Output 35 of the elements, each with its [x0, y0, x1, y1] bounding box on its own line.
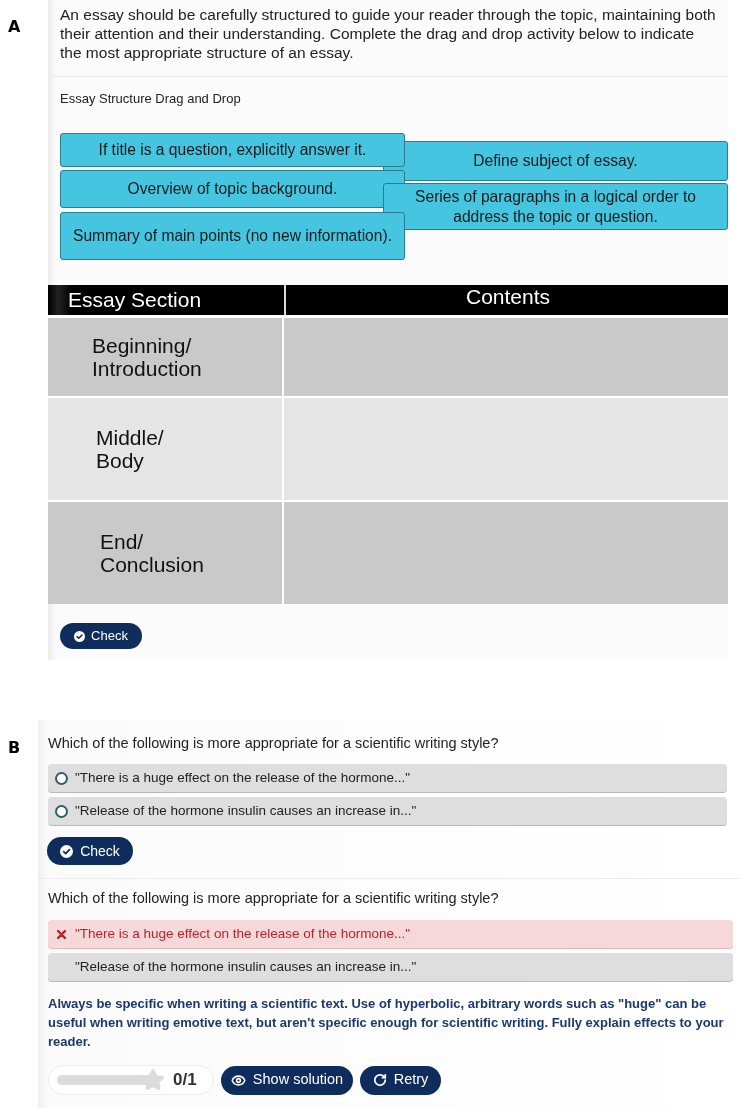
drop-zone[interactable] — [284, 318, 728, 396]
intro-text: An essay should be carefully structured to guide your reader through the topic, maintaining both their attention and their understanding. Complete the drag and drop activity below to indicate the most appropriate structure of an essay. — [60, 5, 717, 62]
question-text: Which of the following is more appropriate for a scientific writing style? — [48, 734, 500, 752]
check-circle-icon — [60, 844, 74, 858]
section-label: B — [8, 738, 21, 757]
check-button[interactable]: Check — [47, 837, 133, 865]
show-solution-button[interactable]: Show solution — [221, 1065, 353, 1095]
table-cell: End/ Conclusion — [48, 502, 282, 604]
activity-title: Essay Structure Drag and Drop — [60, 91, 242, 107]
retry-button[interactable]: Retry — [360, 1065, 441, 1095]
draggable-item[interactable]: If title is a question, explicitly answer it. — [60, 133, 405, 167]
cross-icon — [57, 929, 66, 939]
eye-icon — [230, 1072, 246, 1088]
answer-option[interactable]: "Release of the hormone insulin causes an increase in..." — [48, 797, 727, 825]
question-text: Which of the following is more appropriate for a scientific writing style? — [48, 889, 500, 907]
rotate-icon — [372, 1073, 387, 1087]
drop-zone[interactable] — [284, 398, 728, 500]
drop-zone[interactable] — [284, 502, 728, 604]
column-header: Contents — [464, 285, 552, 310]
answer-option[interactable]: "There is a huge effect on the release of the hormone..." — [48, 764, 727, 792]
check-button[interactable]: Check — [60, 623, 142, 649]
section-label: A — [8, 17, 21, 36]
answer-option[interactable]: "Release of the hormone insulin causes an increase in..." — [48, 953, 733, 981]
radio-button[interactable] — [55, 804, 68, 818]
feedback-text: Always be specific when writing a scientific text. Use of hyperbolic, arbitrary words such as "huge" can be useful when writing emotive text, but aren't specific enough for scientific writing. Fully explain effects to your reader. — [48, 995, 725, 1051]
answer-option[interactable]: "There is a huge effect on the release of the hormone..." — [48, 920, 733, 948]
draggable-item[interactable]: Define subject of essay. — [383, 141, 728, 181]
draggable-item[interactable]: Overview of topic background. — [60, 170, 405, 208]
draggable-item[interactable]: Series of paragraphs in a logical order to address the topic or question. — [383, 183, 728, 230]
draggable-item[interactable]: Summary of main points (no new information). — [60, 212, 405, 260]
radio-button[interactable] — [55, 771, 68, 785]
table-cell: Middle/ Body — [48, 398, 282, 500]
table-cell: Beginning/ Introduction — [48, 318, 282, 396]
check-circle-icon — [74, 630, 86, 642]
score-text: 0/1 — [173, 1069, 197, 1092]
